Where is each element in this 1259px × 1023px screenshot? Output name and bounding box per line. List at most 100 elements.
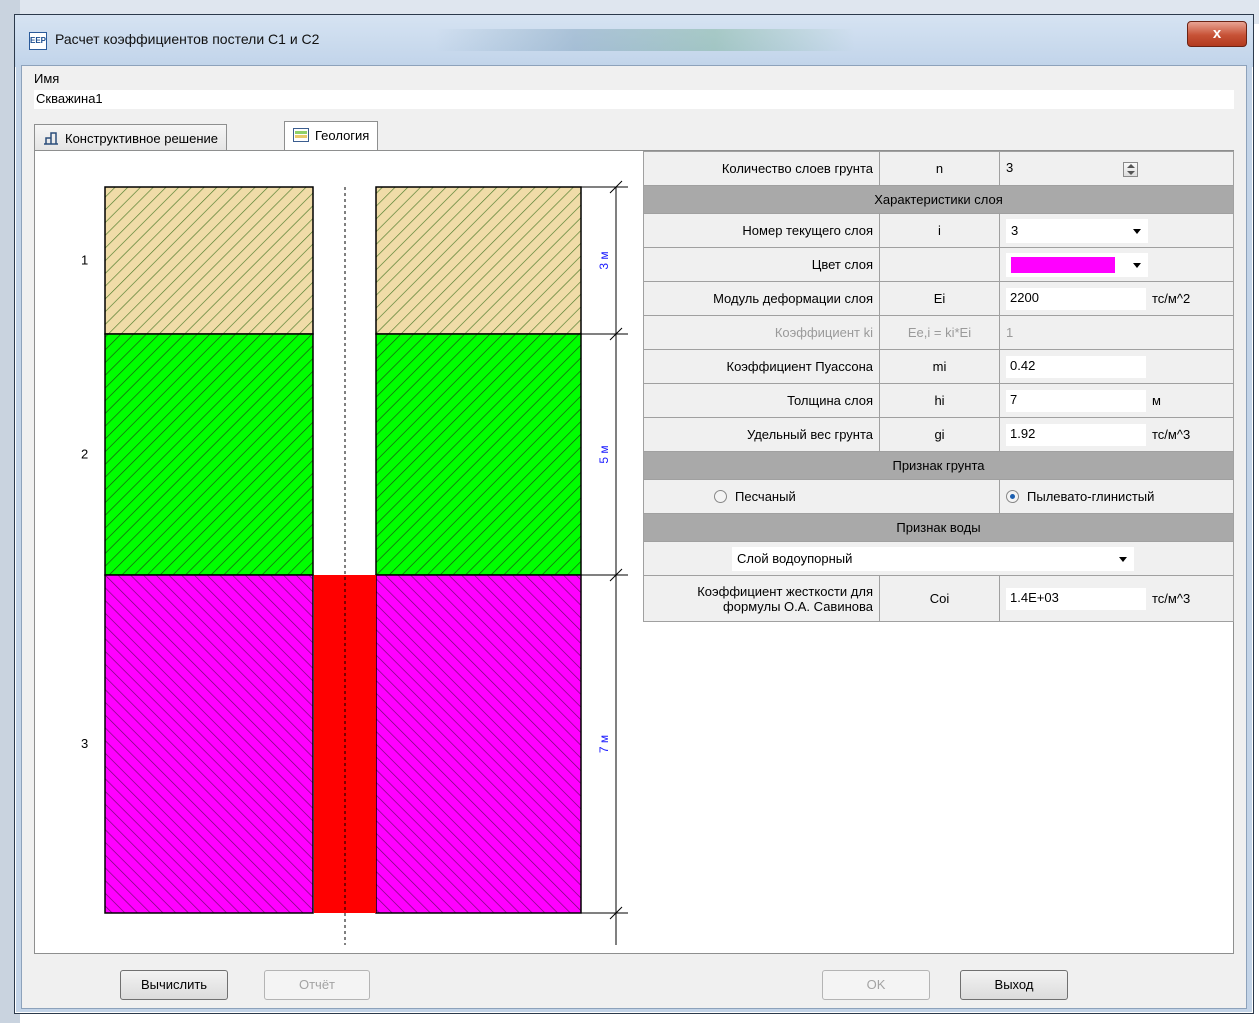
properties-grid: Количество слоев грунта n 3 Характеристи…	[643, 151, 1234, 622]
thickness-symbol: hi	[879, 383, 1000, 418]
radio-clay[interactable]	[1006, 490, 1019, 503]
stiffness-label: Коэффициент жесткости для формулы О.А. С…	[643, 575, 880, 622]
title-bar[interactable]: EEP Расчет коэффициентов постели С1 и С2…	[15, 15, 1253, 67]
deformation-unit: тс/м^2	[1152, 291, 1191, 306]
deformation-cell: 2200 тс/м^2	[999, 281, 1234, 316]
ki-cell: 1	[999, 315, 1234, 350]
ki-value: 1	[1006, 325, 1014, 340]
thickness-label: Толщина слоя	[643, 383, 880, 418]
row-current-layer: Номер текущего слоя i 3	[643, 213, 1234, 248]
window-title: Расчет коэффициентов постели С1 и С2	[55, 31, 320, 47]
layer-color-cell	[999, 247, 1234, 282]
ki-symbol: Ee,i = ki*Ei	[879, 315, 1000, 350]
unit-weight-cell: 1.92 тс/м^3	[999, 417, 1234, 452]
report-button[interactable]: Отчёт	[264, 970, 370, 1000]
layer-count-value[interactable]: 3	[1006, 160, 1013, 175]
layer-characteristics-header: Характеристики слоя	[643, 185, 1234, 214]
dialog-window: EEP Расчет коэффициентов постели С1 и С2…	[14, 14, 1254, 1014]
unit-weight-unit: тс/м^3	[1152, 427, 1191, 442]
calculate-button[interactable]: Вычислить	[120, 970, 228, 1000]
row-deformation: Модуль деформации слоя Ei 2200 тс/м^2	[643, 281, 1234, 316]
exit-button[interactable]: Выход	[960, 970, 1068, 1000]
current-layer-select[interactable]: 3	[1006, 218, 1148, 243]
row-layer-count: Количество слоев грунта n 3	[643, 151, 1234, 186]
layer-color-select[interactable]	[1006, 252, 1148, 277]
spin-updown-icon[interactable]	[1123, 161, 1139, 177]
water-header: Признак воды	[643, 513, 1234, 542]
layer-thickness-label-3: 7 м	[597, 735, 611, 753]
stiffness-input[interactable]: 1.4E+03	[1006, 587, 1146, 610]
thickness-input[interactable]: 7	[1006, 389, 1146, 412]
layer-color-label: Цвет слоя	[643, 247, 880, 282]
tab-label: Геология	[315, 128, 370, 143]
poisson-symbol: mi	[879, 349, 1000, 384]
thickness-cell: 7м	[999, 383, 1234, 418]
titlebar-decoration	[435, 29, 855, 51]
soil-sandy-option[interactable]: Песчаный	[643, 479, 1000, 514]
soil-hatch-3-right	[375, 574, 582, 914]
stiffness-symbol: Coi	[879, 575, 1000, 622]
dropdown-arrow-icon	[1119, 556, 1127, 562]
soil-sandy-label: Песчаный	[735, 489, 796, 504]
color-swatch	[1011, 256, 1115, 273]
soil-clay-option[interactable]: Пылевато-глинистый	[999, 479, 1234, 514]
ki-label: Коэффициент ki	[643, 315, 880, 350]
unit-weight-input[interactable]: 1.92	[1006, 423, 1146, 446]
name-input[interactable]: Скважина1	[34, 90, 1234, 109]
current-layer-label: Номер текущего слоя	[643, 213, 880, 248]
layer-thickness-label-2: 5 м	[597, 445, 611, 463]
soil-hatch-2-right	[375, 333, 582, 576]
water-select[interactable]: Слой водоупорный	[732, 546, 1134, 571]
poisson-cell: 0.42	[999, 349, 1234, 384]
row-thickness: Толщина слоя hi 7м	[643, 383, 1234, 418]
deformation-symbol: Ei	[879, 281, 1000, 316]
row-water-header: Признак воды	[643, 513, 1234, 542]
name-label: Имя	[34, 71, 60, 86]
row-stiffness: Коэффициент жесткости для формулы О.А. С…	[643, 575, 1234, 622]
layer-count-cell: 3	[999, 151, 1234, 186]
tab-label: Конструктивное решение	[65, 131, 219, 146]
layer-count-label: Количество слоев грунта	[643, 151, 880, 186]
layer-color-symbol	[879, 247, 1000, 282]
soil-hatch-1-left	[104, 186, 314, 335]
tab-geology[interactable]: Геология	[284, 121, 379, 151]
borehole-drawing: 1 3 м 2 5 м 3 7 м	[43, 157, 639, 945]
soil-type-header: Признак грунта	[643, 451, 1234, 480]
dropdown-arrow-icon	[1133, 228, 1141, 234]
deformation-label: Модуль деформации слоя	[643, 281, 880, 316]
row-ki: Коэффициент ki Ee,i = ki*Ei 1	[643, 315, 1234, 350]
soil-hatch-3-left	[104, 574, 314, 914]
row-soil-type: Песчаный Пылевато-глинистый	[643, 479, 1234, 514]
row-layer-header: Характеристики слоя	[643, 185, 1234, 214]
water-cell: Слой водоупорный	[643, 541, 1234, 576]
close-button[interactable]: x	[1187, 21, 1247, 47]
dropdown-arrow-icon	[1133, 262, 1141, 268]
poisson-input[interactable]: 0.42	[1006, 355, 1146, 378]
layer-number-3: 3	[81, 736, 88, 751]
geology-tab-panel: 1 3 м 2 5 м 3 7 м Количество слоев грунта n 3…	[34, 150, 1234, 954]
layer-number-1: 1	[81, 253, 88, 268]
water-value: Слой водоупорный	[737, 550, 853, 566]
row-water: Слой водоупорный	[643, 541, 1234, 576]
soil-hatch-1-right	[375, 186, 582, 335]
layer-number-2: 2	[81, 447, 88, 462]
radio-sandy[interactable]	[714, 490, 727, 503]
stiffness-cell: 1.4E+03 тс/м^3	[999, 575, 1234, 622]
poisson-label: Коэффициент Пуассона	[643, 349, 880, 384]
row-poisson: Коэффициент Пуассона mi 0.42	[643, 349, 1234, 384]
current-layer-symbol: i	[879, 213, 1000, 248]
soil-clay-label: Пылевато-глинистый	[1027, 489, 1155, 504]
app-icon: EEP	[29, 32, 47, 50]
row-unit-weight: Удельный вес грунта gi 1.92 тс/м^3	[643, 417, 1234, 452]
geology-icon	[293, 128, 309, 142]
dialog-client-area: Имя Скважина1 Конструктивное решение Гео…	[21, 65, 1247, 1009]
ok-button[interactable]: OK	[822, 970, 930, 1000]
thickness-unit: м	[1152, 393, 1161, 408]
deformation-input[interactable]: 2200	[1006, 287, 1146, 310]
tab-constructive[interactable]: Конструктивное решение	[34, 124, 228, 152]
layer-thickness-label-1: 3 м	[597, 251, 611, 269]
frame-icon	[44, 132, 58, 145]
unit-weight-label: Удельный вес грунта	[643, 417, 880, 452]
layer-count-symbol: n	[879, 151, 1000, 186]
row-layer-color: Цвет слоя	[643, 247, 1234, 282]
